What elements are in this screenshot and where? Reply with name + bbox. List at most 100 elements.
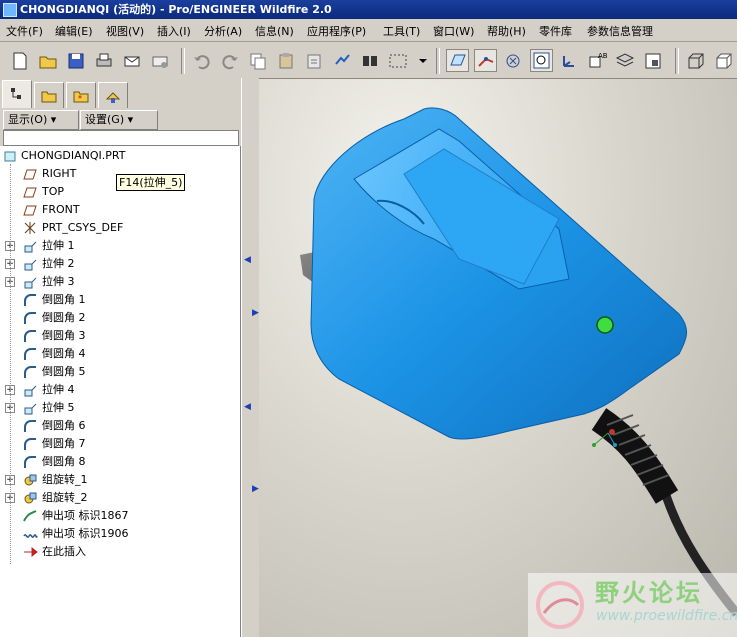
favorites-icon: * (73, 91, 89, 103)
tree-filter-field[interactable] (3, 130, 239, 146)
app-icon (3, 3, 17, 17)
view-manager-icon[interactable]: AB (586, 50, 608, 72)
find-icon[interactable] (359, 50, 381, 72)
tab-connections[interactable] (98, 82, 128, 108)
redo-icon[interactable] (219, 50, 241, 72)
menu-insert[interactable]: 插入(I) (157, 23, 191, 39)
tree-item-label: 组旋转_2 (42, 491, 88, 504)
tree-item-label: CHONGDIANQI.PRT (21, 149, 126, 162)
datum-point-display-icon[interactable] (502, 50, 524, 72)
model-tree-toolbar: 显示(O) ▾ 设置(G) ▾ (0, 108, 242, 130)
tree-item-label: 伸出项 标识1906 (42, 527, 129, 540)
menu-applications[interactable]: 应用程序(P) (307, 23, 366, 39)
tree-item-label: 组旋转_1 (42, 473, 88, 486)
tree-item-label: 倒圆角 2 (42, 311, 86, 324)
svg-text:AB: AB (598, 52, 608, 60)
chevron-down-icon[interactable] (412, 50, 427, 72)
expand-right-icon[interactable]: ▶ (252, 308, 259, 318)
menu-window[interactable]: 窗口(W) (433, 23, 474, 39)
round-icon (22, 346, 38, 362)
feature-tooltip: F14(拉伸_5) (116, 174, 186, 191)
menu-analysis[interactable]: 分析(A) (204, 23, 242, 39)
regenerate-icon[interactable] (331, 50, 353, 72)
tree-item-label: RIGHT (42, 167, 77, 180)
folder-tree-icon (41, 91, 57, 103)
expand-right-icon[interactable]: ▶ (252, 484, 259, 494)
datum-plane-icon (22, 166, 38, 182)
panel-splitter[interactable]: ◀ ▶ ◀ ▶ (241, 78, 260, 637)
copy-icon[interactable] (247, 50, 269, 72)
round-icon (22, 364, 38, 380)
tab-model-tree[interactable] (2, 80, 32, 108)
extrude-icon (22, 274, 38, 290)
group-icon (22, 472, 38, 488)
title-bar: CHONGDIANQI (活动的) - Pro/ENGINEER Wildfir… (0, 0, 737, 19)
save-icon[interactable] (65, 50, 87, 72)
round-icon (22, 328, 38, 344)
csys-display-icon[interactable] (558, 50, 580, 72)
email-icon[interactable] (121, 50, 143, 72)
tree-item-label: 拉伸 5 (42, 401, 75, 414)
model-render (300, 107, 737, 617)
menu-tools[interactable]: 工具(T) (383, 23, 420, 39)
tree-item-label: 倒圆角 8 (42, 455, 86, 468)
menu-help[interactable]: 帮助(H) (487, 23, 526, 39)
watermark-logo-icon (536, 581, 584, 629)
extrude-icon (22, 382, 38, 398)
group-icon (22, 490, 38, 506)
menu-parts-library[interactable]: 零件库 (539, 23, 572, 39)
round-icon (22, 418, 38, 434)
extrude-icon (22, 400, 38, 416)
tree-item-label: 倒圆角 6 (42, 419, 86, 432)
round-icon (22, 292, 38, 308)
datum-plane-display-icon[interactable] (446, 49, 469, 72)
paste-icon[interactable] (275, 50, 297, 72)
paste-special-icon[interactable] (303, 50, 325, 72)
print-icon[interactable] (93, 50, 115, 72)
hidden-line-icon[interactable] (713, 50, 735, 72)
tree-item-label: 拉伸 1 (42, 239, 75, 252)
round-icon (22, 436, 38, 452)
wireframe-icon[interactable] (685, 50, 707, 72)
watermark-text: 野火论坛 (595, 579, 703, 607)
new-file-icon[interactable] (9, 50, 31, 72)
tree-icon (11, 88, 21, 99)
model-tree-icon[interactable] (642, 50, 664, 72)
toolbar-separator (675, 48, 679, 74)
layers-icon[interactable] (614, 50, 636, 72)
menu-edit[interactable]: 编辑(E) (55, 23, 93, 39)
send-icon[interactable] (149, 50, 171, 72)
tree-item-label: 倒圆角 1 (42, 293, 86, 306)
undo-icon[interactable] (191, 50, 213, 72)
toolbar-separator (181, 48, 185, 74)
tree-item-label: 拉伸 3 (42, 275, 75, 288)
settings-dropdown[interactable]: 设置(G) ▾ (80, 110, 158, 130)
collapse-left-icon[interactable]: ◀ (244, 255, 251, 265)
select-box-icon[interactable] (387, 50, 411, 72)
menu-view[interactable]: 视图(V) (106, 23, 144, 39)
menu-info[interactable]: 信息(N) (255, 23, 294, 39)
insert-here-icon (22, 544, 38, 560)
tree-item-label: FRONT (42, 203, 80, 216)
open-folder-icon[interactable] (37, 50, 59, 72)
datum-axis-display-icon[interactable] (474, 49, 497, 72)
sweep-icon (22, 508, 38, 524)
menu-param-info[interactable]: 参数信息管理 (587, 23, 653, 39)
tab-folder-browser[interactable] (34, 82, 64, 108)
tree-item-label: 倒圆角 3 (42, 329, 86, 342)
show-dropdown[interactable]: 显示(O) ▾ (3, 110, 79, 130)
collapse-left-icon[interactable]: ◀ (244, 402, 251, 412)
tree-item-label: 倒圆角 7 (42, 437, 86, 450)
tree-item-label: 在此插入 (42, 545, 86, 558)
tree-item-label: 倒圆角 5 (42, 365, 86, 378)
graphics-window[interactable] (259, 79, 737, 637)
zoom-icon[interactable] (530, 49, 553, 72)
part-icon (2, 148, 18, 164)
tree-item-label: 拉伸 4 (42, 383, 75, 396)
tab-favorites[interactable]: * (66, 82, 96, 108)
cable-strain-relief (591, 408, 679, 504)
extrude-icon (22, 256, 38, 272)
round-icon (22, 454, 38, 470)
datum-plane-icon (22, 202, 38, 218)
menu-file[interactable]: 文件(F) (6, 23, 43, 39)
